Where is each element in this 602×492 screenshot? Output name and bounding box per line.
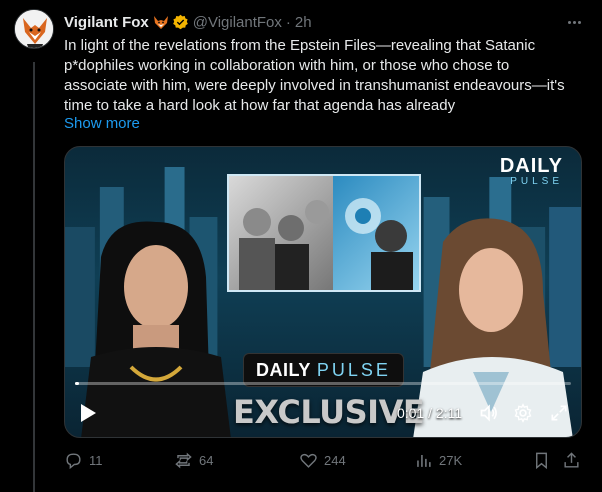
video-progress-bar[interactable] [75,382,571,385]
reply-count: 11 [89,452,103,468]
tweet-actions-bar: 11 64 244 27K [64,448,584,472]
tweet-text: In light of the revelations from the Eps… [64,37,565,114]
like-button[interactable]: 244 [299,448,346,472]
author-name[interactable]: Vigilant Fox [64,14,149,31]
show-more-link[interactable]: Show more [64,114,140,134]
like-count: 244 [324,452,346,468]
video-timecode: 0:01 / 2:11 [397,405,463,421]
play-icon[interactable] [79,403,97,423]
video-progress-fill [75,382,79,385]
video-player[interactable]: DAILY PULSE DAILY PULSE EXCLUSIVE 0:01 /… [64,146,582,438]
more-options-icon[interactable] [564,12,584,32]
author-handle[interactable]: @VigilantFox [193,14,282,31]
repost-button[interactable]: 64 [174,448,213,472]
inset-left-photo [229,176,333,290]
banner-word-daily: DAILY [256,359,311,380]
repost-count: 64 [199,452,214,468]
share-button[interactable] [562,448,581,472]
separator-dot: · [285,13,291,31]
heart-icon [300,453,317,468]
views-bar-chart-icon [417,454,431,467]
share-icon [564,451,579,468]
fox-avatar-icon [15,10,53,48]
logo-word-pulse: PULSE [510,176,563,187]
exclusive-title: EXCLUSIVE [233,393,425,431]
reply-icon [66,452,81,469]
inset-photo-collage [227,174,421,292]
volume-icon[interactable] [479,403,499,423]
verified-badge-icon[interactable] [172,14,189,31]
tweet-header: Vigilant Fox @VigilantFox · 2h [64,12,312,32]
author-avatar[interactable] [14,9,54,49]
repost-icon [175,452,192,468]
views-button[interactable]: 27K [414,448,462,472]
bookmark-icon [536,452,547,469]
views-count: 27K [439,452,463,468]
daily-pulse-logo: DAILY PULSE [500,155,563,187]
fox-emoji-icon [153,14,169,30]
thread-line [33,62,35,492]
post-time[interactable]: 2h [295,14,312,31]
fullscreen-icon[interactable] [549,403,569,423]
banner-word-pulse: PULSE [316,359,391,380]
settings-gear-icon[interactable] [513,403,533,423]
reply-button[interactable]: 11 [64,448,103,472]
bookmark-button[interactable] [532,448,551,472]
logo-word-daily: DAILY [499,155,563,177]
